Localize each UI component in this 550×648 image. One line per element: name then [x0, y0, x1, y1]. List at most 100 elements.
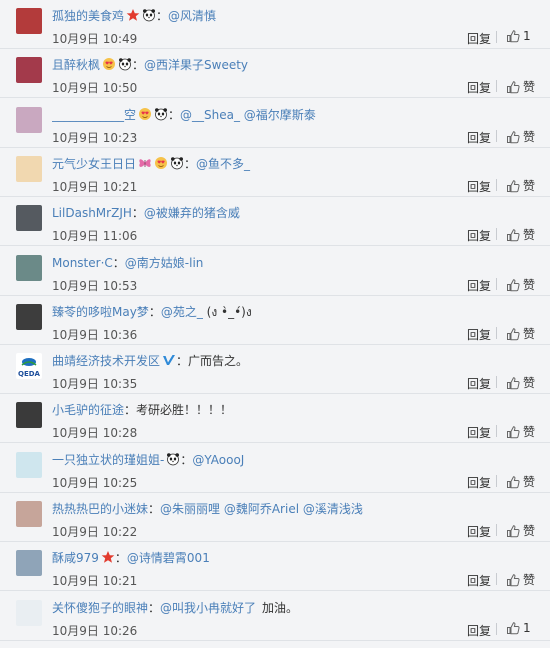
comment-content: 热热热巴的小迷妹：@朱丽丽哩 @魏阿乔Ariel @溪清浅浅	[52, 500, 550, 516]
reply-button[interactable]: 回复	[467, 129, 491, 146]
mention-link[interactable]: @诗情碧霄001	[127, 551, 210, 565]
comment-text: 加油。	[262, 601, 299, 615]
action-divider	[496, 278, 497, 290]
avatar[interactable]	[16, 156, 42, 182]
avatar[interactable]	[16, 57, 42, 83]
username-link[interactable]: 元气少女王日日	[52, 157, 136, 171]
reply-button[interactable]: 回复	[467, 572, 491, 589]
timestamp: 10月9日 10:53	[52, 279, 138, 293]
thumbs-up-icon	[506, 425, 523, 439]
avatar[interactable]	[16, 8, 42, 34]
username-link[interactable]: 关怀傻狍子的眼神	[52, 601, 148, 615]
avatar[interactable]	[16, 205, 42, 231]
like-label: 1	[523, 29, 531, 43]
mention-link[interactable]: @风清慎	[168, 9, 216, 23]
action-divider	[496, 524, 497, 536]
comment-row: 小毛驴的征途：考研必胜！！！！ 10月9日 10:28 回复 赞	[0, 394, 550, 443]
avatar[interactable]: QEDA	[16, 353, 42, 379]
like-button[interactable]: 赞	[506, 226, 535, 243]
reply-button[interactable]: 回复	[467, 375, 491, 392]
action-divider	[496, 80, 497, 92]
username-link[interactable]: 一只独立状的瑾姐姐-	[52, 453, 164, 467]
username-link[interactable]: LilDashMrZJH	[52, 206, 132, 220]
mention-link[interactable]: @叫我小冉就好了	[160, 601, 256, 615]
avatar[interactable]	[16, 402, 42, 428]
avatar[interactable]	[16, 255, 42, 281]
reply-button[interactable]: 回复	[467, 277, 491, 294]
like-button[interactable]: 赞	[506, 571, 535, 588]
avatar[interactable]	[16, 501, 42, 527]
avatar[interactable]	[16, 304, 42, 330]
reply-button[interactable]: 回复	[467, 178, 491, 195]
avatar[interactable]	[16, 600, 42, 626]
username-link[interactable]: 孤独的美食鸡	[52, 9, 124, 23]
avatar[interactable]	[16, 452, 42, 478]
mention-link[interactable]: @苑之_	[161, 305, 203, 319]
reply-button[interactable]: 回复	[467, 79, 491, 96]
mention-link[interactable]: @鱼不多_	[196, 157, 250, 171]
action-divider	[496, 327, 497, 339]
panda-icon	[118, 57, 132, 71]
reply-button[interactable]: 回复	[467, 523, 491, 540]
separator: ：	[176, 354, 189, 368]
separator: ：	[156, 9, 169, 23]
username-link[interactable]: 曲靖经济技术开发区	[52, 354, 160, 368]
mention-link[interactable]: @南方姑娘-lin	[125, 256, 204, 270]
thumbs-up-icon	[506, 524, 523, 538]
comment-emoticon: (ง •̀_•́)ง	[202, 305, 252, 319]
mention-link[interactable]: @__Shea_ @福尔摩斯泰	[180, 108, 316, 122]
username-link[interactable]: 且醉秋枫	[52, 58, 100, 72]
reply-button[interactable]: 回复	[467, 227, 491, 244]
comment-content: 臻苓的哆啦May梦：@苑之_ (ง •̀_•́)ง	[52, 303, 550, 319]
separator: ：	[148, 502, 161, 516]
like-button[interactable]: 赞	[506, 177, 535, 194]
avatar[interactable]	[16, 107, 42, 133]
comment-row: 孤独的美食鸡 ：@风清慎 10月9日 10:49 回复 1	[0, 0, 550, 49]
separator: ：	[180, 453, 193, 467]
avatar[interactable]	[16, 550, 42, 576]
reply-button[interactable]: 回复	[467, 30, 491, 47]
like-button[interactable]: 赞	[506, 423, 535, 440]
reply-button[interactable]: 回复	[467, 622, 491, 639]
like-button[interactable]: 赞	[506, 522, 535, 539]
like-label: 赞	[523, 524, 536, 538]
timestamp: 10月9日 10:21	[52, 574, 138, 588]
like-button[interactable]: 1	[506, 621, 531, 635]
like-button[interactable]: 赞	[506, 325, 535, 342]
like-button[interactable]: 赞	[506, 128, 535, 145]
username-link[interactable]: ____________空	[52, 108, 136, 122]
like-button[interactable]: 赞	[506, 473, 535, 490]
timestamp: 10月9日 10:23	[52, 131, 138, 145]
username-link[interactable]: Monster·C	[52, 256, 113, 270]
thumbs-up-icon	[506, 80, 523, 94]
username-link[interactable]: 小毛驴的征途	[52, 403, 124, 417]
heart-eyes-icon	[102, 57, 116, 71]
username-link[interactable]: 热热热巴的小迷妹	[52, 502, 148, 516]
username-link[interactable]: 酥咸979	[52, 551, 99, 565]
reply-button[interactable]: 回复	[467, 326, 491, 343]
username-link[interactable]: 臻苓的哆啦May梦	[52, 305, 149, 319]
like-button[interactable]: 赞	[506, 374, 535, 391]
comment-content: Monster·C：@南方姑娘-lin	[52, 254, 550, 270]
comment-row: 臻苓的哆啦May梦：@苑之_ (ง •̀_•́)ง 10月9日 10:36 回复 赞	[0, 296, 550, 345]
like-button[interactable]: 赞	[506, 78, 535, 95]
comment-content: 关怀傻狍子的眼神：@叫我小冉就好了 加油。	[52, 599, 550, 615]
like-button[interactable]: 1	[506, 29, 531, 43]
mention-link[interactable]: @YAoooJ	[192, 453, 244, 467]
like-label: 赞	[523, 278, 536, 292]
thumbs-up-icon	[506, 621, 523, 635]
like-button[interactable]: 赞	[506, 276, 535, 293]
timestamp: 10月9日 10:22	[52, 525, 138, 539]
timestamp: 10月9日 10:35	[52, 377, 138, 391]
thumbs-up-icon	[506, 376, 523, 390]
mention-link[interactable]: @朱丽丽哩 @魏阿乔Ariel @溪清浅浅	[160, 502, 363, 516]
timestamp: 10月9日 10:21	[52, 180, 138, 194]
reply-button[interactable]: 回复	[467, 474, 491, 491]
mention-link[interactable]: @被嫌弃的猪含威	[144, 206, 240, 220]
action-divider	[496, 179, 497, 191]
reply-button[interactable]: 回复	[467, 424, 491, 441]
comment-content: 元气少女王日日 ：@鱼不多_	[52, 155, 550, 171]
comment-row: 一只独立状的瑾姐姐- ：@YAoooJ 10月9日 10:25 回复 赞	[0, 444, 550, 493]
mention-link[interactable]: @西洋果子Sweety	[144, 58, 248, 72]
separator: ：	[132, 58, 145, 72]
